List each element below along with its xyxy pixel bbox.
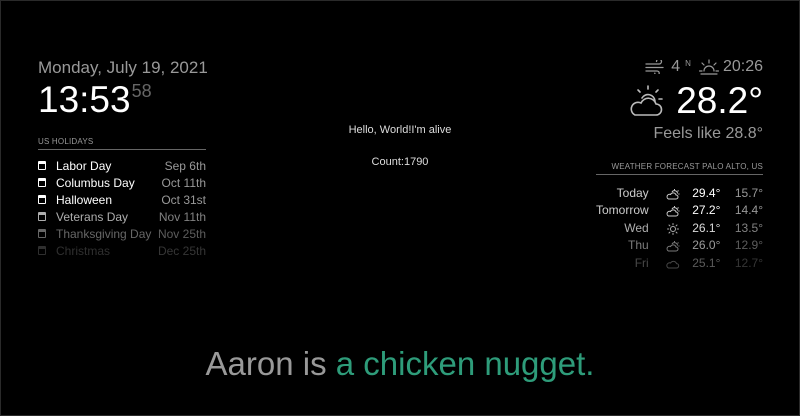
calendar-icon (38, 161, 46, 170)
weather-top-row: 4 N 20:26 (603, 56, 763, 78)
forecast-low: 14.4° (734, 203, 763, 218)
sunset-icon (698, 59, 719, 75)
sunny-icon (667, 222, 680, 235)
holiday-date: Dec 25th (157, 243, 206, 258)
current-temperature: 28.2° (676, 80, 763, 121)
forecast-low: 12.7° (734, 255, 763, 270)
forecast-header: WEATHER FORECAST PALO ALTO, US (596, 162, 763, 175)
calendar-icon (38, 246, 46, 255)
compliment-subject: Aaron is (205, 345, 336, 382)
partly-cloudy-icon (666, 241, 680, 252)
holiday-item: Columbus Day Oct 11th (38, 174, 206, 191)
forecast-high: 25.1° (692, 255, 721, 270)
forecast-row: Today 29.4° 15.7° (596, 184, 763, 202)
current-weather-module: 4 N 20:26 28.2° Feels like 28.8° (603, 56, 763, 143)
wind-icon (645, 60, 664, 74)
holidays-header: US HOLIDAYS (38, 137, 206, 150)
forecast-row: Fri 25.1° 12.7° (596, 254, 763, 272)
forecast-row: Wed 26.1° 13.5° (596, 219, 763, 237)
forecast-day: Today (616, 185, 649, 200)
forecast-row: Tomorrow 27.2° 14.4° (596, 202, 763, 220)
forecast-day: Wed (624, 220, 649, 235)
clock-seconds: 58 (131, 81, 152, 101)
clock-module: Monday, July 19, 2021 13:53 58 (38, 58, 238, 120)
holiday-item: Labor Day Sep 6th (38, 157, 206, 174)
holiday-date: Oct 31st (161, 192, 206, 207)
count-text: Count:1790 (371, 156, 429, 168)
forecast-high: 26.1° (692, 220, 721, 235)
holiday-name: Veterans Day (56, 209, 129, 224)
holiday-date: Nov 25th (157, 226, 206, 241)
forecast-low: 13.5° (734, 220, 763, 235)
clock-time: 13:53 (38, 79, 131, 120)
partly-cloudy-icon (666, 188, 680, 200)
cloudy-icon (666, 260, 680, 269)
forecast-row: Thu 26.0° 12.9° (596, 237, 763, 255)
forecast-day: Tomorrow (596, 203, 649, 218)
forecast-high: 27.2° (692, 203, 721, 218)
wind-speed: 4 (671, 58, 681, 75)
forecast-low: 12.9° (734, 238, 763, 253)
hello-world-text: Hello, World!I'm alive (348, 124, 452, 136)
calendar-icon (38, 212, 46, 221)
holiday-item: Veterans Day Nov 11th (38, 208, 206, 225)
weather-forecast-module: WEATHER FORECAST PALO ALTO, US Today 29.… (596, 162, 763, 272)
holiday-item: Thanksgiving Day Nov 25th (38, 225, 206, 242)
calendar-icon (38, 178, 46, 187)
forecast-low: 15.7° (734, 185, 763, 200)
feels-like: Feels like 28.8° (653, 125, 763, 142)
weather-temp-row: 28.2° (603, 79, 763, 123)
sunset-time: 20:26 (722, 58, 763, 75)
forecast-high: 26.0° (692, 238, 721, 253)
clock-date: Monday, July 19, 2021 (38, 58, 208, 77)
partly-cloudy-icon (666, 206, 680, 217)
holiday-item: Halloween Oct 31st (38, 191, 206, 208)
holiday-name: Columbus Day (56, 175, 135, 190)
calendar-icon (38, 195, 46, 204)
holiday-date: Oct 11th (161, 175, 206, 190)
wind-direction: N (685, 58, 691, 68)
clock-time-row: 13:53 58 (38, 80, 238, 120)
holiday-date: Nov 11th (158, 209, 206, 224)
holidays-module: US HOLIDAYS Labor Day Sep 6th Columbus D… (38, 137, 206, 259)
holiday-date: Sep 6th (164, 158, 206, 173)
holidays-list: Labor Day Sep 6th Columbus Day Oct 11th … (38, 157, 206, 259)
holiday-name: Halloween (56, 192, 113, 207)
holiday-name: Labor Day (56, 158, 112, 173)
holiday-name: Thanksgiving Day (56, 226, 152, 241)
compliment-text: Aaron is a chicken nugget. (0, 344, 800, 384)
forecast-table: Today 29.4° 15.7° Tomorrow 27.2° 14.4° W… (596, 184, 763, 272)
holiday-name: Christmas (56, 243, 111, 258)
forecast-day: Thu (628, 238, 649, 253)
forecast-high: 29.4° (692, 185, 721, 200)
forecast-day: Fri (634, 255, 649, 270)
holiday-item: Christmas Dec 25th (38, 242, 206, 259)
calendar-icon (38, 229, 46, 238)
compliment-highlight: a chicken nugget. (335, 345, 595, 382)
partly-cloudy-day-icon (630, 85, 663, 116)
